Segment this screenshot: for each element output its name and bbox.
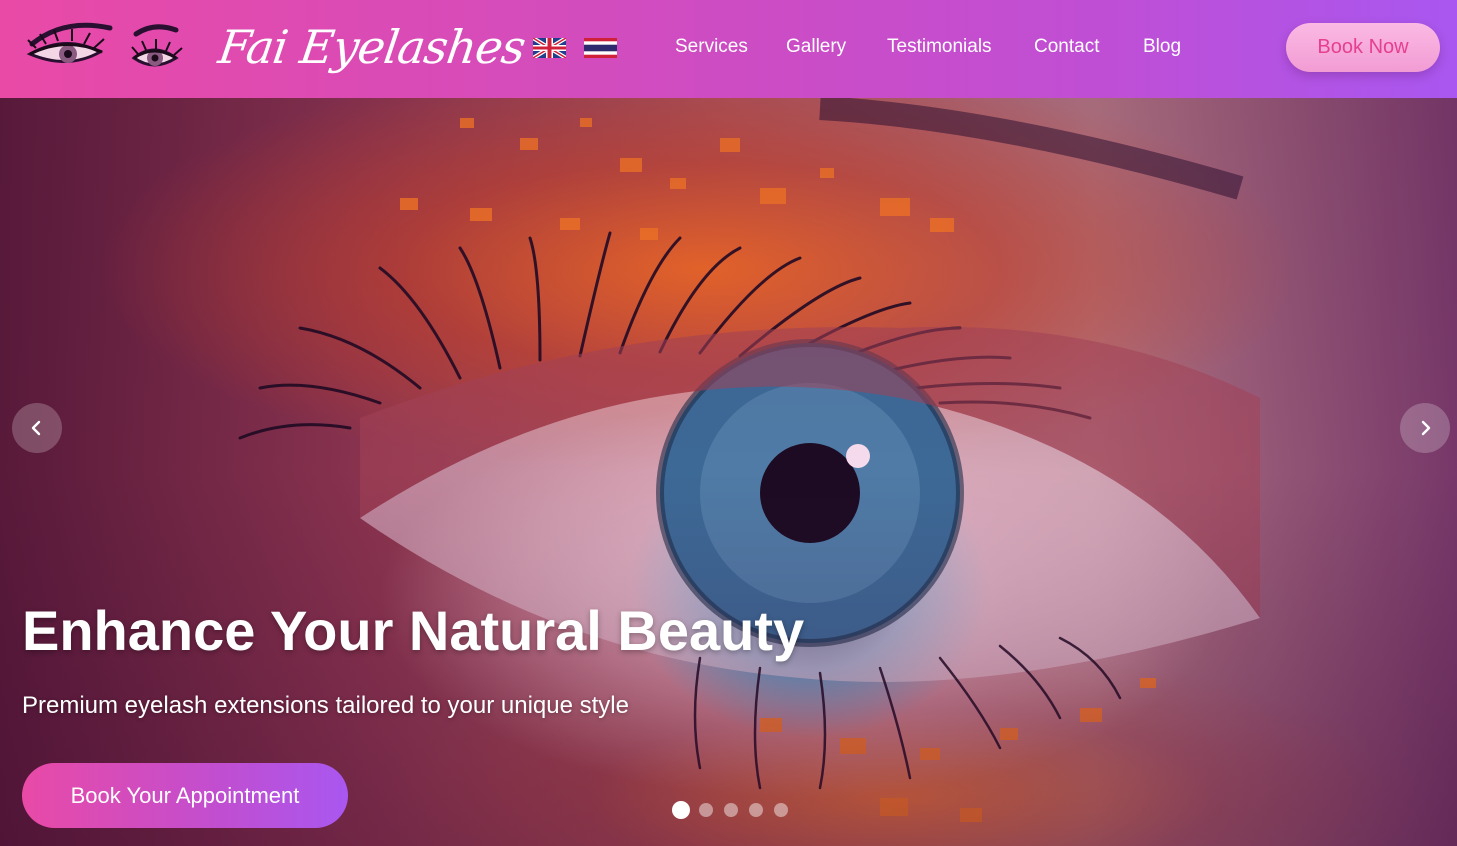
nav-testimonials[interactable]: Testimonials [887,36,992,58]
nav-contact[interactable]: Contact [1034,36,1099,58]
hero-carousel: Enhance Your Natural Beauty Premium eyel… [0,98,1457,846]
carousel-dot[interactable] [749,803,763,817]
carousel-dot[interactable] [672,801,690,819]
carousel-next-button[interactable] [1400,403,1450,453]
hero-title: Enhance Your Natural Beauty [22,599,805,662]
nav-services[interactable]: Services [675,36,748,58]
uk-flag-icon[interactable] [533,38,566,58]
brand-name: Fai Eyelashes [215,20,529,74]
chevron-right-icon [1421,420,1431,436]
eyelash-eyes-icon [26,22,183,67]
book-now-button[interactable]: Book Now [1286,23,1440,72]
chevron-left-icon [31,420,41,436]
carousel-dot[interactable] [699,803,713,817]
hero-overlay [0,98,1457,846]
brand-logo[interactable]: Fai Eyelashes [24,14,528,84]
nav-blog[interactable]: Blog [1143,36,1181,58]
carousel-prev-button[interactable] [12,403,62,453]
site-header: Fai Eyelashes Services Gallery Testimoni… [0,0,1457,98]
book-appointment-button[interactable]: Book Your Appointment [22,763,348,828]
carousel-dot[interactable] [724,803,738,817]
carousel-dot[interactable] [774,803,788,817]
thai-flag-icon[interactable] [584,38,617,58]
hero-subtitle: Premium eyelash extensions tailored to y… [22,692,629,719]
nav-gallery[interactable]: Gallery [786,36,846,58]
